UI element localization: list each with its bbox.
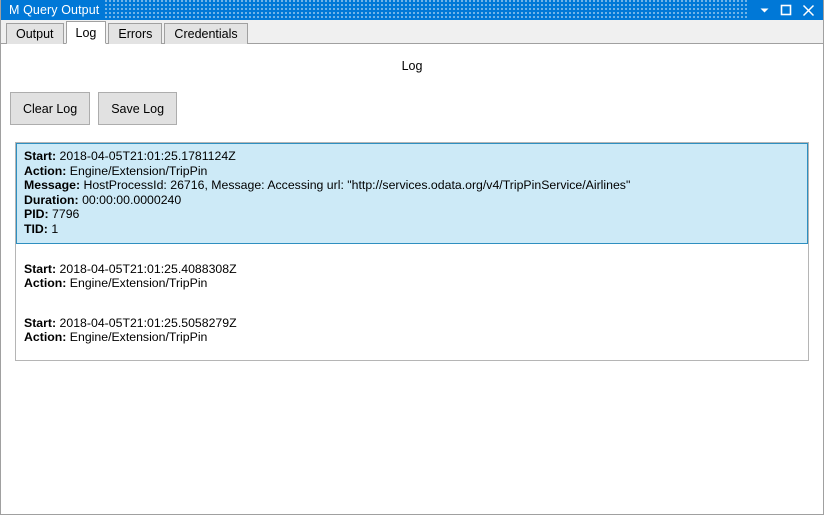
save-log-button[interactable]: Save Log — [98, 92, 178, 125]
log-field-label: Start: — [24, 315, 57, 330]
log-field: Action: Engine/Extension/TripPin — [24, 330, 800, 345]
log-field-label: Start: — [24, 261, 57, 276]
clear-log-button[interactable]: Clear Log — [10, 92, 91, 125]
title-bar[interactable]: M Query Output — [1, 0, 823, 20]
log-field: Start: 2018-04-05T21:01:25.4088308Z — [24, 262, 800, 277]
log-actions-toolbar: Clear Log Save Log — [10, 92, 823, 125]
log-field-value: 00:00:00.0000240 — [78, 192, 182, 207]
log-field-value: Engine/Extension/TripPin — [66, 330, 208, 345]
page-title: Log — [401, 59, 423, 73]
maximize-icon[interactable] — [775, 0, 797, 20]
log-list-panel[interactable]: Start: 2018-04-05T21:01:25.1781124Z Actio… — [15, 142, 809, 361]
tab-output[interactable]: Output — [6, 23, 64, 44]
log-field-label: Start: — [24, 149, 57, 163]
tab-strip: Output Log Errors Credentials — [1, 20, 823, 44]
log-field-value: HostProcessId: 26716, Message: Accessing… — [80, 178, 631, 193]
log-field: TID: 1 — [24, 222, 800, 237]
log-tab-content: Log Clear Log Save Log Start: 2018-04-05… — [1, 44, 823, 514]
log-field: PID: 7796 — [24, 207, 800, 222]
log-field-value: 1 — [47, 221, 59, 236]
tab-credentials[interactable]: Credentials — [164, 23, 248, 44]
log-field-label: Action: — [24, 163, 67, 178]
log-field-value: 2018-04-05T21:01:25.4088308Z — [56, 261, 237, 276]
log-field-label: Action: — [24, 330, 67, 345]
log-field: Action: Engine/Extension/TripPin — [24, 164, 800, 179]
log-field-value: Engine/Extension/TripPin — [66, 276, 208, 291]
log-entry-spacer — [16, 244, 808, 256]
log-field-label: TID: — [24, 221, 48, 236]
log-field-value: 7796 — [48, 207, 80, 222]
m-query-output-window: M Query Output Output Log Errors Credent… — [0, 0, 824, 515]
close-icon[interactable] — [797, 0, 819, 20]
log-field: Duration: 00:00:00.0000240 — [24, 193, 800, 208]
log-field-value: 2018-04-05T21:01:25.1781124Z — [56, 149, 236, 163]
log-field: Message: HostProcessId: 26716, Message: … — [24, 178, 800, 193]
log-field-label: Duration: — [24, 192, 79, 207]
log-field-value: Engine/Extension/TripPin — [66, 163, 208, 178]
log-field-value: 2018-04-05T21:01:25.5058279Z — [56, 315, 237, 330]
log-field-label: PID: — [24, 207, 49, 222]
window-title: M Query Output — [9, 3, 100, 17]
window-controls — [753, 0, 823, 20]
minimize-icon[interactable] — [753, 0, 775, 20]
tab-errors[interactable]: Errors — [108, 23, 163, 44]
tab-log[interactable]: Log — [65, 21, 107, 44]
log-field: Start: 2018-04-05T21:01:25.1781124Z — [24, 149, 800, 164]
log-field-label: Message: — [24, 178, 81, 193]
title-bar-grip — [105, 0, 747, 20]
log-field: Action: Engine/Extension/TripPin — [24, 276, 800, 291]
log-entry-spacer — [16, 298, 808, 310]
log-field-label: Action: — [24, 276, 67, 291]
log-field: Start: 2018-04-05T21:01:25.5058279Z — [24, 316, 800, 331]
log-entry-selected[interactable]: Start: 2018-04-05T21:01:25.1781124Z Actio… — [16, 143, 808, 244]
log-entry[interactable]: Start: 2018-04-05T21:01:25.5058279Z Actio… — [16, 310, 808, 352]
log-entry[interactable]: Start: 2018-04-05T21:01:25.4088308Z Actio… — [16, 256, 808, 298]
